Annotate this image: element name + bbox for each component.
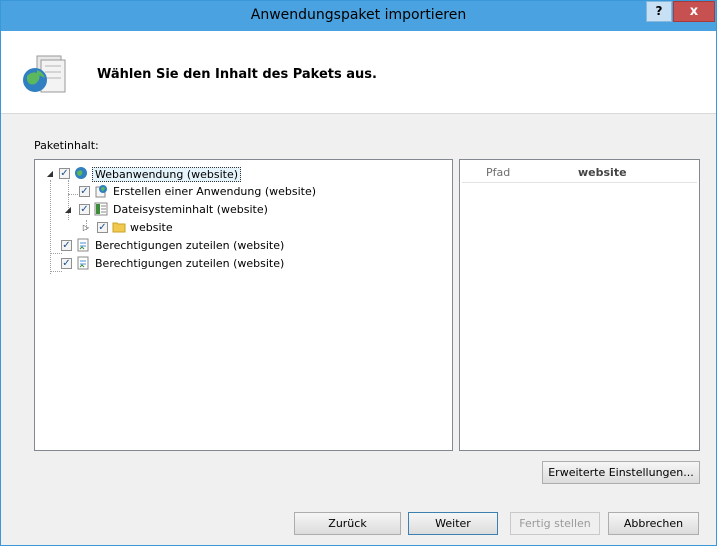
permissions-checkbox[interactable]: ✓ [61, 258, 72, 269]
package-content-label: Paketinhalt: [34, 139, 99, 152]
close-button[interactable]: x [673, 1, 715, 22]
window-title: Anwendungspaket importieren [250, 7, 467, 23]
package-icon [23, 55, 66, 93]
create-application-checkbox[interactable]: ✓ [79, 186, 90, 197]
create-application-icon [95, 185, 107, 198]
property-row[interactable]: Pfad website [462, 162, 697, 183]
tree-node-label[interactable]: Erstellen einer Anwendung (website) [113, 185, 316, 198]
expand-arrow-icon[interactable]: ▷ [81, 223, 91, 233]
next-button[interactable]: Weiter [408, 512, 498, 535]
finish-button: Fertig stellen [510, 512, 600, 535]
collapse-arrow-icon[interactable]: ◢ [63, 205, 73, 215]
package-content-tree[interactable]: ◢ ✓ Webanwendung (website) ✓ Erstellen e… [34, 159, 453, 451]
tree-node-label[interactable]: Webanwendung (website) [92, 167, 242, 182]
permissions-icon [77, 238, 89, 252]
folder-icon [112, 222, 126, 233]
dialog-header: Wählen Sie den Inhalt des Pakets aus. [1, 31, 716, 114]
tree-connector-line [50, 271, 62, 272]
tree-node-label[interactable]: Berechtigungen zuteilen (website) [95, 239, 284, 252]
tree-connector-line [50, 180, 51, 274]
help-button[interactable]: ? [646, 1, 672, 22]
tree-node-label[interactable]: Dateisysteminhalt (website) [113, 203, 268, 216]
property-key: Pfad [486, 166, 511, 179]
tree-connector-line [50, 253, 62, 254]
cancel-button[interactable]: Abbrechen [608, 512, 699, 535]
dialog-window: Anwendungspaket importieren ? x Wählen S… [0, 0, 717, 546]
website-folder-checkbox[interactable]: ✓ [97, 222, 108, 233]
collapse-arrow-icon[interactable]: ◢ [45, 169, 55, 179]
web-application-checkbox[interactable]: ✓ [59, 168, 70, 179]
tree-node-label[interactable]: website [130, 221, 173, 234]
permissions-icon [77, 256, 89, 270]
globe-icon [75, 167, 87, 179]
advanced-settings-button[interactable]: Erweiterte Einstellungen... [542, 461, 700, 484]
tree-node-label[interactable]: Berechtigungen zuteilen (website) [95, 257, 284, 270]
property-value: website [578, 166, 627, 179]
page-heading: Wählen Sie den Inhalt des Pakets aus. [97, 67, 377, 82]
permissions-checkbox[interactable]: ✓ [61, 240, 72, 251]
file-system-checkbox[interactable]: ✓ [79, 204, 90, 215]
title-bar[interactable]: Anwendungspaket importieren ? x [1, 1, 716, 31]
back-button[interactable]: Zurück [294, 512, 401, 535]
properties-panel: Pfad website [459, 159, 700, 451]
file-system-icon [94, 202, 108, 216]
